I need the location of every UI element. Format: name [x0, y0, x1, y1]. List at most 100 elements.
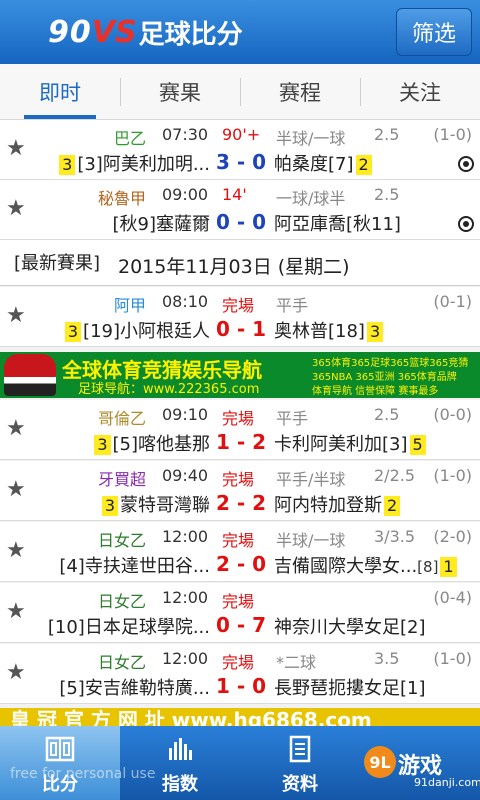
- away-team: 阿亞庫喬[秋11]: [274, 214, 401, 235]
- nav-label: 指数: [162, 774, 198, 795]
- match-row[interactable]: ★ 日女乙 12:00 完場 *二球 3.5 (1-0) [5]安吉維勒特廣..…: [0, 644, 480, 704]
- bottom-ad-strip[interactable]: 皇 冠 官 方 网 址 www.hg6868.com: [0, 708, 480, 726]
- match-time: 09:00: [162, 185, 209, 204]
- match-row[interactable]: ★ 阿甲 08:10 完場 平手 (0-1) 3 [19]小阿根廷人 0 - 1 …: [0, 287, 480, 347]
- nav-label: 资料: [282, 774, 318, 795]
- goal-line: 2/2.5: [374, 466, 416, 485]
- bar-chart-icon: [169, 738, 192, 760]
- match-time: 12:00: [162, 649, 209, 668]
- handicap: 一球/球半: [276, 189, 346, 208]
- star-icon[interactable]: ★: [6, 599, 26, 624]
- site-watermark: 9L 游戏 91danji.com: [364, 742, 480, 796]
- handicap: 平手/半球: [276, 470, 346, 489]
- match-time: 07:30: [162, 125, 209, 144]
- home-team-cell: 3 蒙特哥灣聯: [100, 491, 210, 517]
- ad-banner[interactable]: 全球体育竞猜娱乐导航 足球导航：www.222365.com 365体育365足…: [0, 352, 480, 398]
- league-name: 日女乙: [97, 653, 146, 672]
- away-team: 卡利阿美利加[3]: [274, 434, 408, 455]
- score: 3 - 0: [216, 150, 267, 174]
- nav-scores[interactable]: 比分: [0, 726, 120, 800]
- star-icon[interactable]: ★: [6, 660, 26, 685]
- handicap: 半球/一球: [276, 129, 346, 148]
- match-time: 09:40: [162, 466, 209, 485]
- ad-side-line: 体育导航 信誉保障 赛事最多: [312, 386, 439, 397]
- match-row[interactable]: ★ 牙買超 09:40 完場 平手/半球 2/2.5 (1-0) 3 蒙特哥灣聯 …: [0, 461, 480, 521]
- logo-vs: VS: [91, 14, 137, 50]
- away-badge: 2: [355, 155, 372, 175]
- home-badge: 3: [94, 435, 111, 455]
- home-team: [3]阿美利加明...: [77, 154, 210, 175]
- match-status: 完場: [222, 531, 255, 550]
- home-badge: 3: [59, 155, 76, 175]
- logo-number: 90: [48, 14, 92, 50]
- handicap: 半球/一球: [276, 531, 346, 550]
- ad-url: 足球导航：www.222365.com: [78, 382, 260, 397]
- goal-line: 2.5: [374, 185, 400, 204]
- app-header: 90 VS 足球比分 筛选: [0, 0, 480, 64]
- home-team: [4]寺扶達世田谷...: [59, 556, 210, 577]
- score: 0 - 7: [216, 613, 267, 637]
- away-badge: 5: [409, 435, 426, 455]
- tab-results[interactable]: 赛果: [120, 64, 240, 119]
- section-date: 2015年11月03日 (星期二): [118, 256, 350, 278]
- soccer-ball-icon: [458, 156, 474, 172]
- home-badge: 3: [64, 322, 82, 342]
- league-name: 日女乙: [97, 531, 146, 550]
- app-logo: 90 VS 足球比分: [48, 12, 243, 52]
- match-status: 90'+: [222, 125, 261, 144]
- match-row[interactable]: ★ 巴乙 07:30 90'+ 半球/一球 2.5 (1-0) 3 [3]阿美利加…: [0, 120, 480, 180]
- league-name: 秘魯甲: [97, 189, 146, 208]
- section-tag: [最新賽果]: [14, 253, 101, 274]
- ad-side-line: 365NBA 365亚洲 365体育品牌: [312, 372, 457, 383]
- star-icon[interactable]: ★: [6, 416, 26, 441]
- match-status: 完場: [222, 296, 255, 315]
- half-time-score: (0-0): [433, 405, 472, 424]
- away-team: 神奈川大學女足[2]: [274, 617, 426, 638]
- home-team: [19]小阿根廷人: [83, 321, 210, 342]
- handicap: *二球: [276, 653, 317, 672]
- goal-line: 2.5: [374, 125, 400, 144]
- match-row[interactable]: ★ 日女乙 12:00 完場 (0-4) [10]日本足球學院... 0 - 7…: [0, 583, 480, 643]
- home-team: [秋9]塞薩爾: [112, 214, 211, 235]
- star-icon[interactable]: ★: [6, 477, 26, 502]
- home-team: [5]喀他基那: [112, 434, 211, 455]
- home-team: [5]安吉維勒特廣...: [59, 678, 210, 699]
- score: 1 - 2: [216, 430, 267, 454]
- filter-button[interactable]: 筛选: [396, 8, 472, 56]
- match-time: 12:00: [162, 527, 209, 546]
- nav-data[interactable]: 资料: [240, 726, 360, 800]
- away-team-cell: 帕桑度[7] 2: [274, 150, 374, 176]
- handicap: 平手: [276, 409, 309, 428]
- match-time: 12:00: [162, 588, 209, 607]
- goal-line: 3.5: [374, 649, 400, 668]
- score: 0 - 0: [216, 210, 267, 234]
- away-team: 奥林普[18]: [274, 321, 365, 342]
- tab-schedule[interactable]: 赛程: [240, 64, 360, 119]
- half-time-score: (2-0): [433, 527, 472, 546]
- match-row[interactable]: ★ 秘魯甲 09:00 14' 一球/球半 2.5 [秋9]塞薩爾 0 - 0 …: [0, 180, 480, 240]
- star-icon[interactable]: ★: [6, 196, 26, 221]
- tab-live[interactable]: 即时: [0, 64, 120, 119]
- away-team-cell: 奥林普[18] 3: [274, 317, 385, 343]
- match-status: 完場: [222, 470, 255, 489]
- half-time-score: (1-0): [433, 466, 472, 485]
- star-icon[interactable]: ★: [6, 538, 26, 563]
- away-badge: 3: [366, 322, 384, 342]
- match-status: 完場: [222, 653, 255, 672]
- away-rank: [8]: [417, 558, 439, 576]
- star-icon[interactable]: ★: [6, 303, 26, 328]
- score: 1 - 0: [216, 674, 267, 698]
- results-section-header: [最新賽果] 2015年11月03日 (星期二): [0, 240, 480, 286]
- home-team: 蒙特哥灣聯: [120, 495, 210, 516]
- brand-logo: 9L: [364, 746, 396, 778]
- away-badge: 1: [440, 557, 457, 577]
- score: 2 - 0: [216, 552, 267, 576]
- match-row[interactable]: ★ 日女乙 12:00 完場 半球/一球 3/3.5 (2-0) [4]寺扶達世…: [0, 522, 480, 582]
- tab-favorites[interactable]: 关注: [360, 64, 480, 119]
- nav-odds[interactable]: 指数: [120, 726, 240, 800]
- away-team-cell: 阿内特加登斯 2: [274, 491, 402, 517]
- home-badge: 3: [101, 496, 118, 516]
- match-time: 08:10: [162, 292, 209, 311]
- away-badge: 2: [384, 496, 401, 516]
- match-row[interactable]: ★ 哥倫乙 09:10 完場 平手 2.5 (0-0) 3 [5]喀他基那 1 -…: [0, 400, 480, 460]
